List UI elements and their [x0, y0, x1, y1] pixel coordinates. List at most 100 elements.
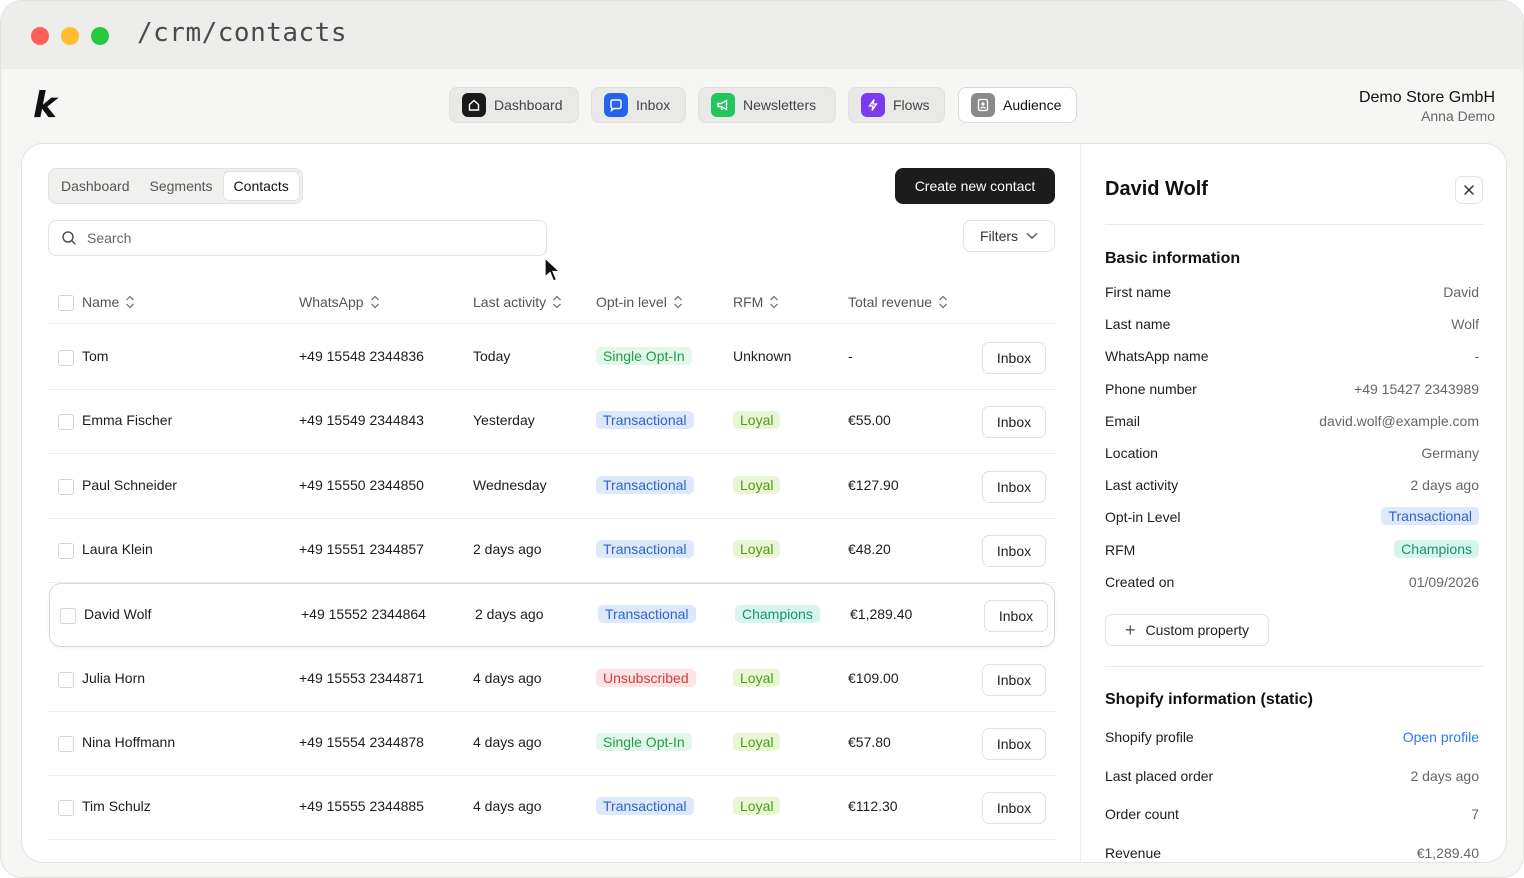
detail-label: Location: [1105, 445, 1158, 461]
table-header: Name WhatsApp Last activity Opt-in level…: [48, 286, 1056, 324]
column-header-whatsapp[interactable]: WhatsApp: [299, 294, 380, 310]
optin-badge: Transactional: [596, 411, 694, 430]
contact-name: Emma Fischer: [82, 412, 173, 429]
detail-label: RFM: [1105, 541, 1136, 558]
total-revenue: €48.20: [848, 540, 891, 557]
create-contact-button[interactable]: Create new contact: [895, 168, 1055, 204]
column-header-rfm[interactable]: RFM: [733, 294, 779, 310]
user-name: Anna Demo: [1421, 108, 1495, 124]
contacts-list-pane: Dashboard Segments Contacts Create new c…: [22, 144, 1080, 862]
column-label: WhatsApp: [299, 294, 364, 310]
detail-value: 7: [1471, 806, 1479, 823]
column-header-total-revenue[interactable]: Total revenue: [848, 294, 948, 310]
app-content: k Dashboard Inbox Newsletters Flows Audience…: [3, 69, 1523, 877]
filters-button[interactable]: Filters: [963, 220, 1055, 252]
maximize-window-button[interactable]: [91, 27, 109, 45]
detail-label: Last activity: [1105, 477, 1179, 494]
optin-badge: Transactional: [596, 475, 694, 494]
open-inbox-button[interactable]: Inbox: [982, 406, 1046, 439]
open-inbox-button[interactable]: Inbox: [982, 470, 1046, 503]
subtab-contacts[interactable]: Contacts: [222, 171, 300, 201]
open-inbox-button[interactable]: Inbox: [982, 792, 1046, 825]
close-panel-button[interactable]: [1455, 176, 1483, 204]
sort-icon: [939, 295, 948, 309]
row-checkbox[interactable]: [58, 735, 74, 752]
row-checkbox[interactable]: [58, 414, 74, 431]
sort-icon: [770, 295, 779, 309]
open-inbox-button[interactable]: Inbox: [982, 342, 1046, 374]
basic-info-title: Basic information: [1105, 250, 1241, 267]
last-activity: 4 days ago: [473, 733, 542, 750]
table-row[interactable]: Tim Schulz +49 15555 2344885 4 days ago Tra…: [48, 776, 1056, 841]
whatsapp-number: +49 15555 2344885: [299, 798, 424, 815]
close-window-button[interactable]: [31, 27, 49, 45]
table-row[interactable]: Julia Horn +49 15553 2344871 4 days ago Uns…: [48, 648, 1056, 712]
detail-value: Germany: [1421, 445, 1479, 461]
contact-name: Tim Schulz: [82, 798, 151, 815]
rfm-badge: Loyal: [733, 475, 781, 494]
subtab-dashboard[interactable]: Dashboard: [51, 171, 140, 201]
rfm-badge: Champions: [735, 605, 820, 624]
row-checkbox[interactable]: [58, 542, 74, 559]
open-inbox-button[interactable]: Inbox: [982, 727, 1046, 760]
total-revenue: €112.30: [848, 798, 898, 815]
detail-label: Revenue: [1105, 845, 1162, 862]
column-header-optin[interactable]: Opt-in level: [596, 294, 683, 310]
table-row[interactable]: Paul Schneider +49 15550 2344850 Wednesday…: [48, 455, 1056, 519]
table-row[interactable]: David Wolf +49 15552 2344864 2 days ago Tra…: [49, 583, 1055, 648]
open-profile-link[interactable]: Open profile: [1403, 729, 1479, 745]
nav-label: Newsletters: [743, 97, 817, 113]
detail-label: Created on: [1105, 573, 1175, 590]
row-checkbox[interactable]: [58, 671, 74, 688]
shopify-info-title: Shopify information (static): [1105, 691, 1313, 708]
minimize-window-button[interactable]: [61, 27, 79, 45]
total-revenue: €127.90: [848, 476, 899, 493]
app-logo[interactable]: k: [33, 85, 57, 126]
row-checkbox[interactable]: [58, 350, 74, 366]
nav-label: Audience: [1003, 97, 1062, 113]
detail-value: Wolf: [1451, 316, 1479, 333]
table-row[interactable]: Nina Hoffmann +49 15554 2344878 4 days ago…: [48, 712, 1056, 776]
table-row[interactable]: Laura Klein +49 15551 2344857 2 days ago Tr…: [48, 519, 1056, 583]
last-activity: Wednesday: [473, 476, 547, 493]
filters-label: Filters: [979, 228, 1019, 244]
row-checkbox[interactable]: [58, 800, 74, 817]
row-checkbox[interactable]: [60, 608, 76, 625]
add-custom-property-button[interactable]: + Custom property: [1105, 614, 1269, 646]
contact-detail-panel: David Wolf Basic information First name D…: [1080, 144, 1506, 862]
column-header-name[interactable]: Name: [82, 294, 135, 310]
nav-inbox-button[interactable]: Inbox: [591, 87, 686, 123]
contacts-icon: [971, 93, 995, 117]
column-header-last-activity[interactable]: Last activity: [473, 294, 562, 310]
open-inbox-button[interactable]: Inbox: [982, 663, 1046, 696]
detail-value: 2 days ago: [1410, 767, 1480, 784]
rfm-badge: Loyal: [733, 668, 781, 687]
home-icon: [462, 93, 486, 117]
account-switcher[interactable]: Demo Store GmbH Anna Demo: [1359, 89, 1495, 124]
nav-audience-button[interactable]: Audience: [958, 87, 1077, 123]
last-activity: Today: [473, 348, 511, 364]
nav-newsletters-button[interactable]: Newsletters: [698, 87, 836, 123]
column-label: RFM: [733, 294, 764, 310]
store-name: Demo Store GmbH: [1358, 89, 1495, 106]
nav-label: Flows: [893, 97, 930, 113]
subtab-segments[interactable]: Segments: [140, 171, 223, 201]
open-inbox-button[interactable]: Inbox: [982, 534, 1046, 567]
open-inbox-button[interactable]: Inbox: [984, 600, 1048, 633]
contact-name: Nina Hoffmann: [82, 733, 176, 750]
table-row[interactable]: Emma Fischer +49 15549 2344843 Yesterday Tr…: [48, 390, 1056, 455]
table-row[interactable]: Tom +49 15548 2344836 Today Single Opt-In Un…: [48, 326, 1056, 390]
optin-badge: Single Opt-In: [596, 347, 692, 365]
detail-value: +49 15427 2343989: [1354, 380, 1479, 397]
total-revenue: €1,289.40: [850, 606, 913, 623]
detail-label: Order count: [1105, 806, 1179, 823]
custom-property-label: Custom property: [1145, 622, 1249, 638]
nav-flows-button[interactable]: Flows: [848, 87, 945, 123]
select-all-checkbox[interactable]: [58, 295, 74, 311]
column-label: Opt-in level: [596, 294, 667, 310]
nav-dashboard-button[interactable]: Dashboard: [449, 87, 579, 123]
row-checkbox[interactable]: [58, 478, 74, 495]
search-input[interactable]: Search: [48, 220, 547, 256]
audience-subtabs: Dashboard Segments Contacts: [48, 168, 303, 204]
whatsapp-number: +49 15552 2344864: [301, 606, 426, 623]
